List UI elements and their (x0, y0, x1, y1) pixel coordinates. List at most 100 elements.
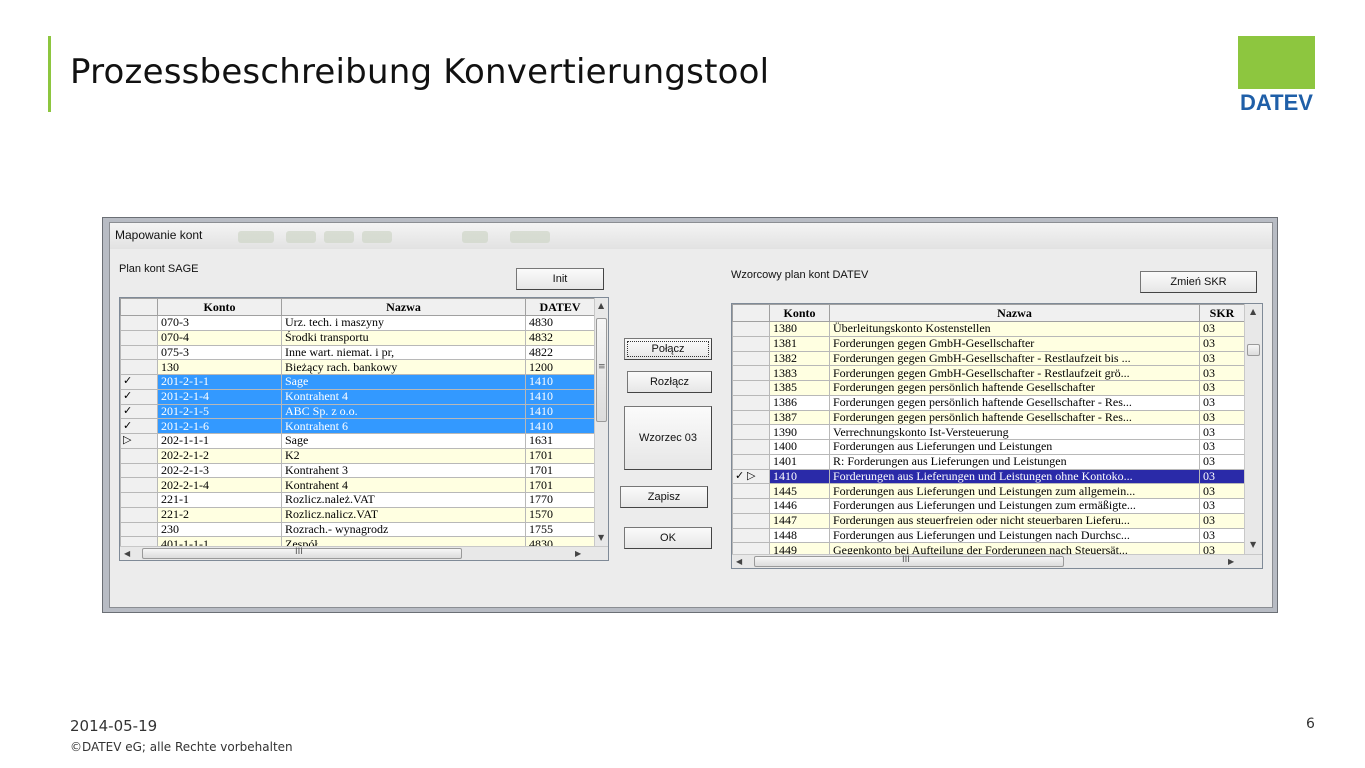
cell-konto[interactable]: 1386 (769, 394, 830, 411)
cell-datev[interactable]: 1410 (525, 418, 595, 434)
table-row[interactable]: ✓ 201-2-1-4 Kontrahent 4 1410 (120, 388, 595, 405)
cell-nazwa[interactable]: Kontrahent 6 (281, 418, 526, 434)
cell-nazwa[interactable]: Rozrach.- wynagrodz (281, 521, 526, 538)
scroll-left-arrow-icon[interactable]: ◀ (124, 549, 130, 558)
cell-datev[interactable]: 1770 (525, 492, 595, 508)
row-indicator[interactable] (120, 477, 158, 493)
cell-konto[interactable]: 1400 (769, 439, 830, 455)
table-row[interactable]: 070-3 Urz. tech. i maszyny 4830 (120, 315, 595, 331)
row-indicator[interactable]: ▷ (120, 433, 158, 449)
cell-skr[interactable]: 03 (1199, 321, 1245, 337)
row-indicator[interactable]: ✓ ▷ (732, 468, 770, 485)
table-row[interactable]: 1381 Forderungen gegen GmbH-Gesellschafte… (732, 335, 1245, 352)
cell-konto[interactable]: 1380 (769, 321, 830, 337)
table-row[interactable]: 1446 Forderungen aus Lieferungen und Leis… (732, 498, 1245, 514)
scroll-right-arrow-icon[interactable]: ▶ (1228, 557, 1234, 566)
cell-skr[interactable]: 03 (1199, 527, 1245, 544)
row-indicator[interactable] (732, 394, 770, 411)
cell-datev[interactable]: 1200 (525, 359, 595, 375)
cell-nazwa[interactable]: Verrechnungskonto Ist-Versteuerung (829, 424, 1200, 440)
cell-konto[interactable]: 1448 (769, 527, 830, 544)
cell-konto[interactable]: 1447 (769, 512, 830, 529)
cell-datev[interactable]: 1631 (525, 433, 595, 449)
cell-nazwa[interactable]: ABC Sp. z o.o. (281, 403, 526, 420)
sage-accounts-grid[interactable]: Konto Nazwa DATEV 070-3 Urz. tech. i masz… (119, 297, 609, 561)
row-indicator[interactable] (120, 462, 158, 479)
column-header-skr[interactable]: SKR (1199, 304, 1245, 322)
table-row[interactable]: 221-2 Rozlicz.nalicz.VAT 1570 (120, 506, 595, 523)
table-row[interactable]: 1387 Forderungen gegen persönlich haftend… (732, 409, 1245, 426)
ok-button[interactable]: OK (624, 527, 712, 549)
cell-datev[interactable]: 4822 (525, 344, 595, 361)
cell-konto[interactable]: 202-2-1-3 (157, 462, 282, 479)
cell-nazwa[interactable]: Forderungen aus Lieferungen und Leistung… (829, 498, 1200, 514)
left-vertical-scrollbar[interactable]: ▲ ≡ ▼ (594, 298, 608, 546)
cell-skr[interactable]: 03 (1199, 335, 1245, 352)
row-indicator[interactable] (732, 380, 770, 396)
cell-konto[interactable]: 202-2-1-4 (157, 477, 282, 493)
cell-nazwa[interactable]: Forderungen aus steuerfreien oder nicht … (829, 512, 1200, 529)
cell-skr[interactable]: 03 (1199, 409, 1245, 426)
table-row[interactable]: 070-4 Środki transportu 4832 (120, 329, 595, 346)
cell-konto[interactable]: 202-2-1-2 (157, 447, 282, 464)
cell-datev[interactable]: 1410 (525, 374, 595, 390)
table-row[interactable]: 1390 Verrechnungskonto Ist-Versteuerung 03 (732, 424, 1245, 440)
row-indicator[interactable] (732, 409, 770, 426)
table-row[interactable]: ✓ ▷ 1410 Forderungen aus Lieferungen und L… (732, 468, 1245, 485)
table-row[interactable]: 202-2-1-3 Kontrahent 3 1701 (120, 462, 595, 479)
cell-datev[interactable]: 1701 (525, 477, 595, 493)
cell-konto[interactable]: 1390 (769, 424, 830, 440)
cell-skr[interactable]: 03 (1199, 350, 1245, 367)
cell-konto[interactable]: 1446 (769, 498, 830, 514)
row-indicator[interactable] (120, 344, 158, 361)
table-row[interactable]: 230 Rozrach.- wynagrodz 1755 (120, 521, 595, 538)
table-row[interactable]: ✓ 201-2-1-1 Sage 1410 (120, 374, 595, 390)
row-indicator[interactable] (732, 350, 770, 367)
cell-konto[interactable]: 1382 (769, 350, 830, 367)
column-header-konto[interactable]: Konto (157, 298, 282, 316)
cell-nazwa[interactable]: K2 (281, 447, 526, 464)
row-indicator[interactable]: ✓ (120, 388, 158, 405)
cell-skr[interactable]: 03 (1199, 512, 1245, 529)
cell-nazwa[interactable]: Kontrahent 3 (281, 462, 526, 479)
column-header-konto[interactable]: Konto (769, 304, 830, 322)
table-row[interactable]: ✓ 201-2-1-6 Kontrahent 6 1410 (120, 418, 595, 434)
table-row[interactable]: 1383 Forderungen gegen GmbH-Gesellschafte… (732, 365, 1245, 381)
table-row[interactable]: 202-2-1-2 K2 1701 (120, 447, 595, 464)
right-vertical-scrollbar[interactable]: ▲ ▼ (1244, 304, 1262, 554)
cell-nazwa[interactable]: Forderungen gegen persönlich haftende Ge… (829, 409, 1200, 426)
cell-konto[interactable]: 070-4 (157, 329, 282, 346)
init-button[interactable]: Init (516, 268, 604, 290)
right-vscroll-thumb[interactable] (1247, 344, 1260, 356)
cell-skr[interactable]: 03 (1199, 468, 1245, 485)
right-horizontal-scrollbar[interactable]: ◀ III ▶ (732, 554, 1262, 568)
column-header-nazwa[interactable]: Nazwa (281, 298, 526, 316)
cell-konto[interactable]: 130 (157, 359, 282, 375)
scroll-left-arrow-icon[interactable]: ◀ (736, 557, 742, 566)
table-row[interactable]: 1448 Forderungen aus Lieferungen und Leis… (732, 527, 1245, 544)
table-row[interactable]: 221-1 Rozlicz.należ.VAT 1770 (120, 492, 595, 508)
cell-nazwa[interactable]: Forderungen gegen GmbH-Gesellschafter - … (829, 365, 1200, 381)
cell-konto[interactable]: 230 (157, 521, 282, 538)
cell-konto[interactable]: 075-3 (157, 344, 282, 361)
cell-nazwa[interactable]: Forderungen gegen persönlich haftende Ge… (829, 380, 1200, 396)
cell-konto[interactable]: 201-2-1-1 (157, 374, 282, 390)
cell-konto[interactable]: 1383 (769, 365, 830, 381)
cell-nazwa[interactable]: Forderungen gegen GmbH-Gesellschafter (829, 335, 1200, 352)
cell-nazwa[interactable]: Forderungen gegen GmbH-Gesellschafter - … (829, 350, 1200, 367)
table-row[interactable]: 202-2-1-4 Kontrahent 4 1701 (120, 477, 595, 493)
scroll-down-arrow-icon[interactable]: ▼ (598, 533, 604, 542)
row-indicator[interactable] (732, 321, 770, 337)
table-row[interactable]: 1400 Forderungen aus Lieferungen und Leis… (732, 439, 1245, 455)
row-indicator[interactable] (120, 492, 158, 508)
row-indicator[interactable] (732, 527, 770, 544)
table-row[interactable]: 1386 Forderungen gegen persönlich haftend… (732, 394, 1245, 411)
cell-skr[interactable]: 03 (1199, 483, 1245, 499)
cell-konto[interactable]: 221-1 (157, 492, 282, 508)
row-indicator[interactable] (732, 335, 770, 352)
cell-nazwa[interactable]: Forderungen aus Lieferungen und Leistung… (829, 483, 1200, 499)
connect-button[interactable]: Połącz (624, 338, 712, 360)
cell-konto[interactable]: 201-2-1-6 (157, 418, 282, 434)
cell-nazwa[interactable]: Überleitungskonto Kostenstellen (829, 321, 1200, 337)
table-row[interactable]: 1401 R: Forderungen aus Lieferungen und L… (732, 453, 1245, 470)
